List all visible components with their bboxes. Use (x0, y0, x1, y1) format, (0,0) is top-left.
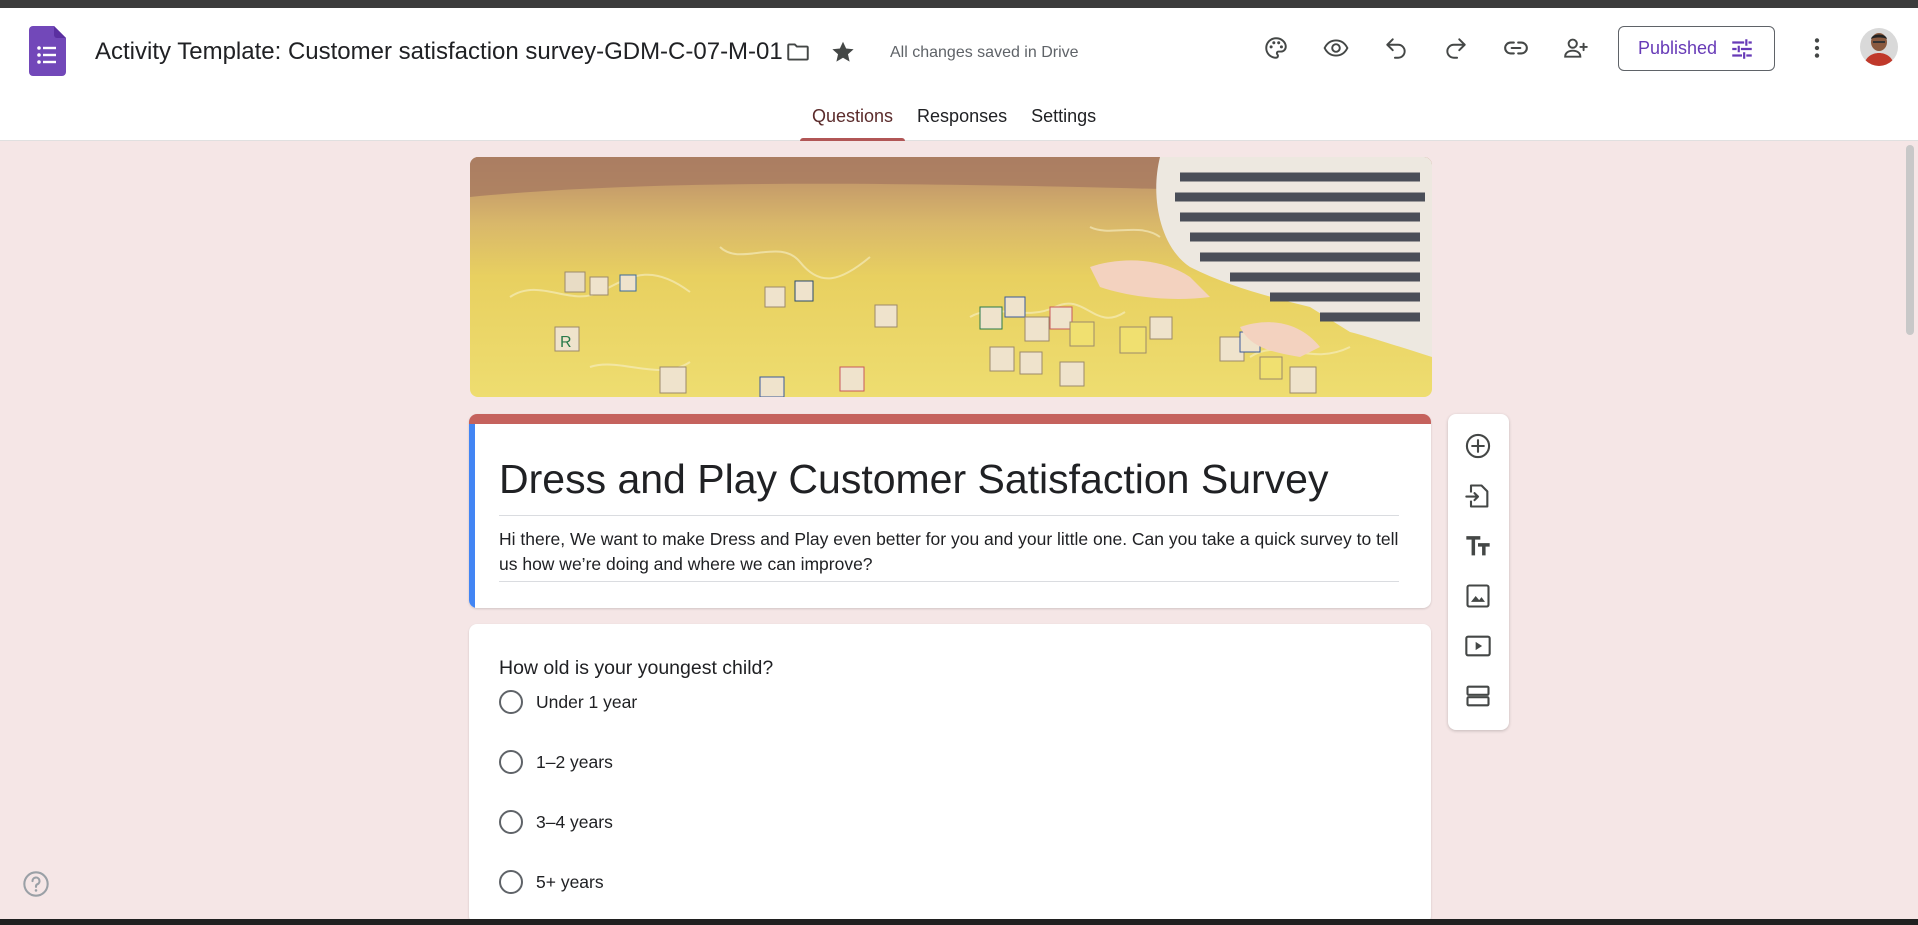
redo-icon[interactable] (1436, 28, 1476, 68)
tune-icon (1732, 38, 1752, 59)
scrollbar[interactable] (1906, 145, 1914, 335)
folder-icon[interactable] (778, 32, 818, 72)
radio-button[interactable] (499, 750, 523, 774)
forms-logo-icon[interactable] (29, 26, 66, 76)
more-vert-icon[interactable] (1797, 28, 1837, 68)
tab-settings[interactable]: Settings (1019, 106, 1108, 141)
help-icon[interactable] (22, 870, 50, 898)
undo-icon[interactable] (1376, 28, 1416, 68)
published-label: Published (1637, 38, 1718, 58)
radio-button[interactable] (499, 810, 523, 834)
option-label: Under 1 year (536, 691, 638, 712)
option-row[interactable]: 3–4 years (499, 809, 613, 835)
active-card-indicator (469, 424, 475, 608)
star-icon[interactable] (823, 32, 863, 72)
question-title[interactable]: How old is your youngest child? (499, 657, 773, 680)
import-questions-icon[interactable] (1458, 476, 1498, 516)
radio-button[interactable] (499, 690, 523, 714)
palette-icon[interactable] (1256, 28, 1296, 68)
theme-accent-bar (469, 414, 1431, 424)
add-section-icon[interactable] (1458, 676, 1498, 716)
option-row[interactable]: Under 1 year (499, 689, 637, 715)
app-header: Activity Template: Customer satisfaction… (0, 8, 1918, 141)
option-row[interactable]: 5+ years (499, 869, 604, 895)
form-title[interactable]: Dress and Play Customer Satisfaction Sur… (499, 456, 1399, 516)
add-image-icon[interactable] (1458, 576, 1498, 616)
add-question-icon[interactable] (1458, 426, 1498, 466)
option-row[interactable]: 1–2 years (499, 749, 613, 775)
option-label: 5+ years (536, 871, 604, 892)
window-bottom-strip (0, 919, 1918, 925)
form-title-card[interactable]: Dress and Play Customer Satisfaction Sur… (469, 414, 1431, 608)
tab-questions[interactable]: Questions (800, 106, 906, 141)
form-description[interactable]: Hi there, We want to make Dress and Play… (499, 527, 1399, 582)
svg-text:R: R (560, 334, 572, 351)
account-avatar[interactable] (1860, 28, 1898, 66)
preview-eye-icon[interactable] (1316, 28, 1356, 68)
add-video-icon[interactable] (1458, 626, 1498, 666)
radio-button[interactable] (499, 870, 523, 894)
floating-toolbar (1448, 414, 1509, 730)
add-person-icon[interactable] (1556, 28, 1596, 68)
published-button[interactable]: Published (1618, 26, 1775, 71)
window-top-strip (0, 0, 1918, 8)
question-card[interactable]: How old is your youngest child? Under 1 … (469, 624, 1431, 924)
form-header-image: R (470, 157, 1432, 397)
save-status: All changes saved in Drive (890, 44, 1079, 61)
link-icon[interactable] (1496, 28, 1536, 68)
add-title-icon[interactable] (1458, 526, 1498, 566)
option-label: 3–4 years (536, 811, 613, 832)
option-label: 1–2 years (536, 751, 613, 772)
tab-bar: Questions Responses Settings (800, 106, 1108, 141)
document-title[interactable]: Activity Template: Customer satisfaction… (95, 38, 783, 66)
tab-responses[interactable]: Responses (905, 106, 1019, 141)
